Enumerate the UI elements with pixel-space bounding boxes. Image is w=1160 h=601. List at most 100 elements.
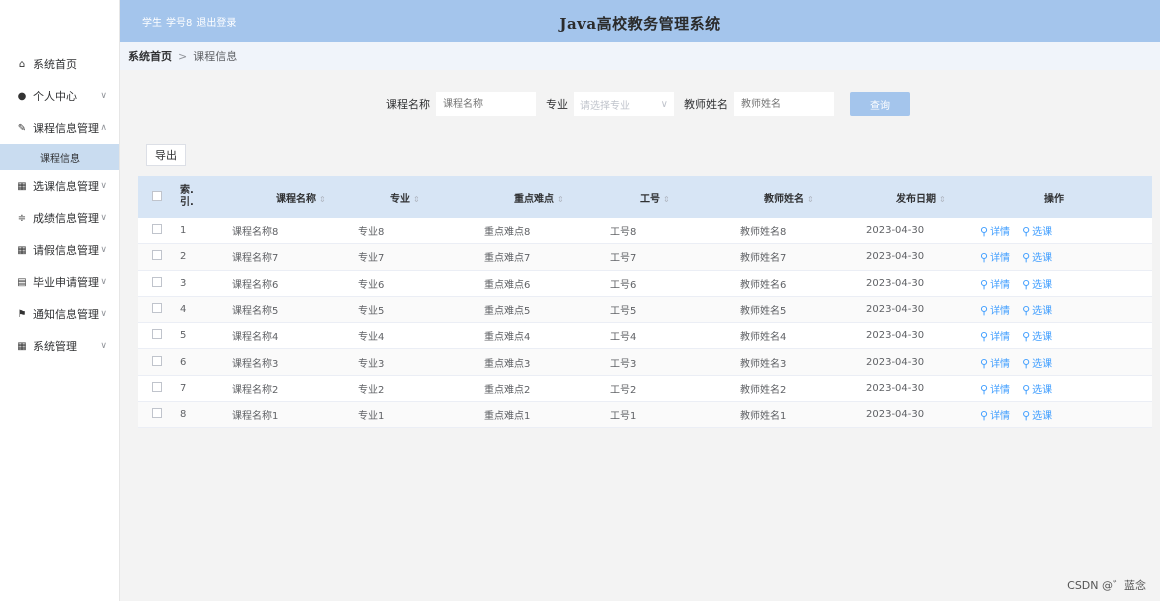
date-cell: 2023-04-30 (866, 356, 925, 368)
select-course-button[interactable]: ⚲ 选课 (1022, 251, 1053, 265)
major-select[interactable]: 请选择专业 ∨ (574, 92, 674, 116)
teacher-name-input[interactable] (734, 92, 834, 116)
table-row[interactable]: 3 课程名称6 专业6 重点难点6 工号6 教师姓名6 2023-04-30 ⚲ 详情 ⚲ 选课 (138, 271, 1152, 297)
row-checkbox[interactable] (152, 355, 162, 366)
select-course-button[interactable]: ⚲ 选课 (1022, 409, 1052, 422)
column-header-key-points[interactable]: 重点难点 ⇕ (468, 190, 596, 205)
row-checkbox[interactable] (152, 408, 162, 419)
column-header-label: 操作 (1044, 193, 1064, 205)
column-header-label: 重点难点 (514, 193, 554, 205)
select-course-button[interactable]: ⚲ 选课 (1022, 356, 1052, 370)
table-row[interactable]: 5 课程名称4 专业4 重点难点4 工号4 教师姓名4 2023-04-30 ⚲ 详情 ⚲ 选课 (138, 323, 1152, 350)
column-header-label: 工号 (640, 193, 660, 205)
sidebar-item-home[interactable]: ⌂ 系统首页 (0, 48, 119, 80)
key-points-cell: 重点难点2 (484, 384, 531, 396)
course-name-cell: 课程名称2 (232, 384, 279, 396)
detail-button[interactable]: ⚲ 详情 (980, 278, 1010, 291)
column-header-major[interactable]: 专业 ⇕ (340, 190, 468, 205)
row-checkbox[interactable] (152, 224, 162, 235)
sidebar-item-leave-mgmt[interactable]: ▦ 请假信息管理 ∨ (0, 234, 119, 266)
sort-icon[interactable]: ⇕ (807, 195, 814, 204)
search-icon: ⚲ (1022, 356, 1031, 370)
column-header-course-name[interactable]: 课程名称 ⇕ (212, 190, 340, 205)
course-name-input[interactable] (436, 92, 536, 116)
ops-cell: ⚲ 详情 ⚲ 选课 (980, 381, 1132, 396)
sort-icon[interactable]: ⇕ (413, 195, 420, 204)
teacher-cell: 教师姓名1 (740, 411, 787, 423)
table-body: 1 课程名称8 专业8 重点难点8 工号8 教师姓名8 2023-04-30 ⚲ 详情 ⚲ 选课 2 课… (138, 218, 1152, 429)
row-checkbox[interactable] (152, 276, 162, 287)
sort-icon[interactable]: ⇕ (939, 195, 946, 204)
sidebar-item-course-mgmt[interactable]: ✎ 课程信息管理 ∧ (0, 112, 119, 144)
row-checkbox[interactable] (152, 329, 162, 340)
table-row[interactable]: 6 课程名称3 专业3 重点难点3 工号3 教师姓名3 2023-04-30 ⚲ 详情 ⚲ 选课 (138, 349, 1152, 376)
op-label: 选课 (1032, 253, 1053, 265)
sidebar-subitem-course-info[interactable]: 课程信息 (0, 144, 119, 170)
table-row[interactable]: 8 课程名称1 专业1 重点难点1 工号1 教师姓名1 2023-04-30 ⚲ 详情 ⚲ 选课 (138, 402, 1152, 429)
detail-button[interactable]: ⚲ 详情 (980, 330, 1011, 344)
row-checkbox[interactable] (152, 303, 162, 314)
detail-button[interactable]: ⚲ 详情 (980, 225, 1011, 239)
op-label: 详情 (990, 227, 1011, 239)
select-course-button[interactable]: ⚲ 选课 (1022, 225, 1052, 238)
row-checkbox-cell (138, 381, 174, 395)
op-label: 详情 (990, 332, 1011, 344)
detail-button[interactable]: ⚲ 详情 (980, 251, 1010, 264)
date-cell: 2023-04-30 (866, 277, 925, 289)
sidebar: ⌂ 系统首页 ● 个人中心 ∨ ✎ 课程信息管理 ∧ 课程信息 ▦ 选课信息管理… (0, 0, 120, 601)
search-icon: ⚲ (980, 225, 989, 239)
edit-icon: ✎ (17, 122, 27, 134)
course-name-cell: 课程名称5 (232, 306, 279, 318)
teacher-name-label: 教师姓名 (684, 98, 728, 111)
select-course-button[interactable]: ⚲ 选课 (1022, 278, 1052, 291)
column-header-staff-no[interactable]: 工号 ⇕ (596, 190, 724, 205)
sidebar-item-personal[interactable]: ● 个人中心 ∨ (0, 80, 119, 112)
detail-button[interactable]: ⚲ 详情 (980, 357, 1010, 370)
row-checkbox-cell (138, 250, 174, 263)
table-row[interactable]: 4 课程名称5 专业5 重点难点5 工号5 教师姓名5 2023-04-30 ⚲ 详情 ⚲ 选课 (138, 296, 1152, 324)
sidebar-item-graduation-mgmt[interactable]: ▤ 毕业申请管理 ∨ (0, 266, 119, 298)
detail-button[interactable]: ⚲ 详情 (980, 409, 1010, 422)
table-row[interactable]: 1 课程名称8 专业8 重点难点8 工号8 教师姓名8 2023-04-30 ⚲ 详情 ⚲ 选课 (138, 218, 1152, 245)
staff-no-cell: 工号4 (610, 332, 637, 344)
search-icon: ⚲ (980, 304, 989, 318)
sidebar-item-selection-mgmt[interactable]: ▦ 选课信息管理 ∨ (0, 170, 119, 202)
staff-no-cell: 工号3 (610, 358, 637, 370)
sort-icon[interactable]: ⇕ (557, 195, 564, 204)
sidebar-item-label: 成绩信息管理 (33, 212, 99, 225)
index-cell: 5 (180, 330, 187, 342)
course-name-cell: 课程名称4 (232, 332, 279, 344)
select-all-checkbox[interactable] (152, 190, 162, 201)
row-checkbox[interactable] (152, 250, 162, 261)
row-checkbox[interactable] (152, 381, 162, 392)
detail-button[interactable]: ⚲ 详情 (980, 383, 1010, 396)
detail-button[interactable]: ⚲ 详情 (980, 304, 1010, 318)
course-name-cell: 课程名称1 (232, 411, 279, 423)
column-header-date[interactable]: 发布日期 ⇕ (852, 190, 980, 205)
select-course-button[interactable]: ⚲ 选课 (1022, 304, 1052, 317)
sidebar-item-notice-mgmt[interactable]: ⚑ 通知信息管理 ∨ (0, 298, 119, 330)
sidebar-item-system-mgmt[interactable]: ▦ 系统管理 ∨ (0, 330, 119, 362)
course-name-label: 课程名称 (386, 98, 430, 111)
sidebar-item-label: 个人中心 (33, 90, 77, 103)
table-row[interactable]: 2 课程名称7 专业7 重点难点7 工号7 教师姓名7 2023-04-30 ⚲ 详情 ⚲ 选课 (138, 244, 1152, 271)
select-course-button[interactable]: ⚲ 选课 (1022, 330, 1052, 343)
export-button[interactable]: 导出 (146, 144, 186, 166)
flag-icon: ⚑ (17, 308, 27, 320)
query-button[interactable]: 查询 (850, 92, 910, 116)
sort-icon[interactable]: ⇕ (319, 195, 326, 204)
teacher-cell: 教师姓名6 (740, 279, 787, 291)
column-header-teacher[interactable]: 教师姓名 ⇕ (724, 190, 852, 205)
table-row[interactable]: 7 课程名称2 专业2 重点难点2 工号2 教师姓名2 2023-04-30 ⚲ 详情 ⚲ 选课 (138, 376, 1152, 403)
sidebar-item-label: 请假信息管理 (33, 244, 99, 257)
index-cell: 2 (180, 251, 187, 263)
sort-icon[interactable]: ⇕ (663, 195, 670, 204)
ops-cell: ⚲ 详情 ⚲ 选课 (980, 302, 1132, 317)
sidebar-item-grades-mgmt[interactable]: ≑ 成绩信息管理 ∨ (0, 202, 119, 234)
breadcrumb-home[interactable]: 系统首页 (128, 48, 172, 64)
index-cell: 4 (180, 304, 187, 316)
staff-no-cell: 工号6 (610, 279, 637, 291)
sidebar-item-label: 课程信息管理 (33, 122, 99, 135)
select-course-button[interactable]: ⚲ 选课 (1022, 383, 1052, 396)
search-bar: 课程名称 专业 请选择专业 ∨ 教师姓名 查询 (386, 92, 910, 116)
